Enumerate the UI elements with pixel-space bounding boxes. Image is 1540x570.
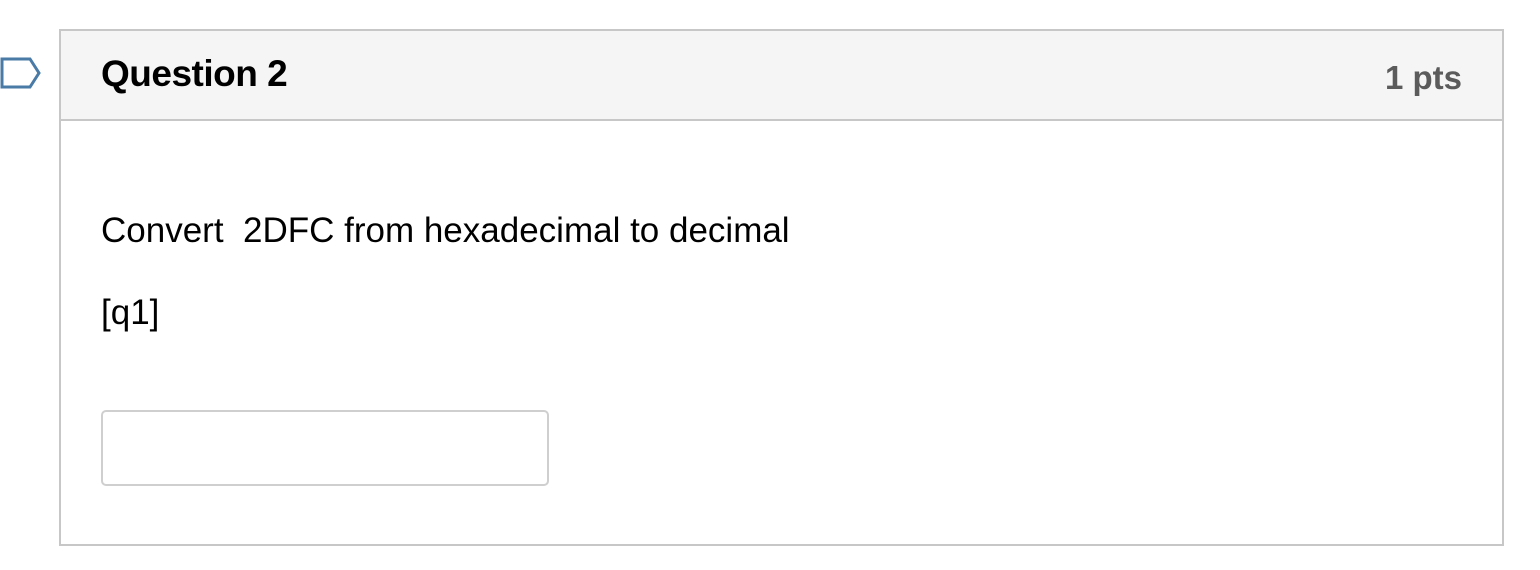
question-prompt: Convert 2DFC from hexadecimal to decimal: [101, 211, 790, 250]
answer-blank-token: [q1]: [101, 293, 160, 332]
flag-question-icon[interactable]: [0, 56, 42, 90]
question-title: Question 2: [101, 53, 288, 94]
quiz-page: Question 2 1 pts Convert 2DFC from hexad…: [0, 0, 1540, 570]
question-card: Question 2 1 pts Convert 2DFC from hexad…: [59, 29, 1504, 546]
question-header: Question 2 1 pts: [61, 31, 1502, 121]
answer-input[interactable]: [101, 410, 549, 486]
question-points: 1 pts: [1384, 59, 1462, 96]
